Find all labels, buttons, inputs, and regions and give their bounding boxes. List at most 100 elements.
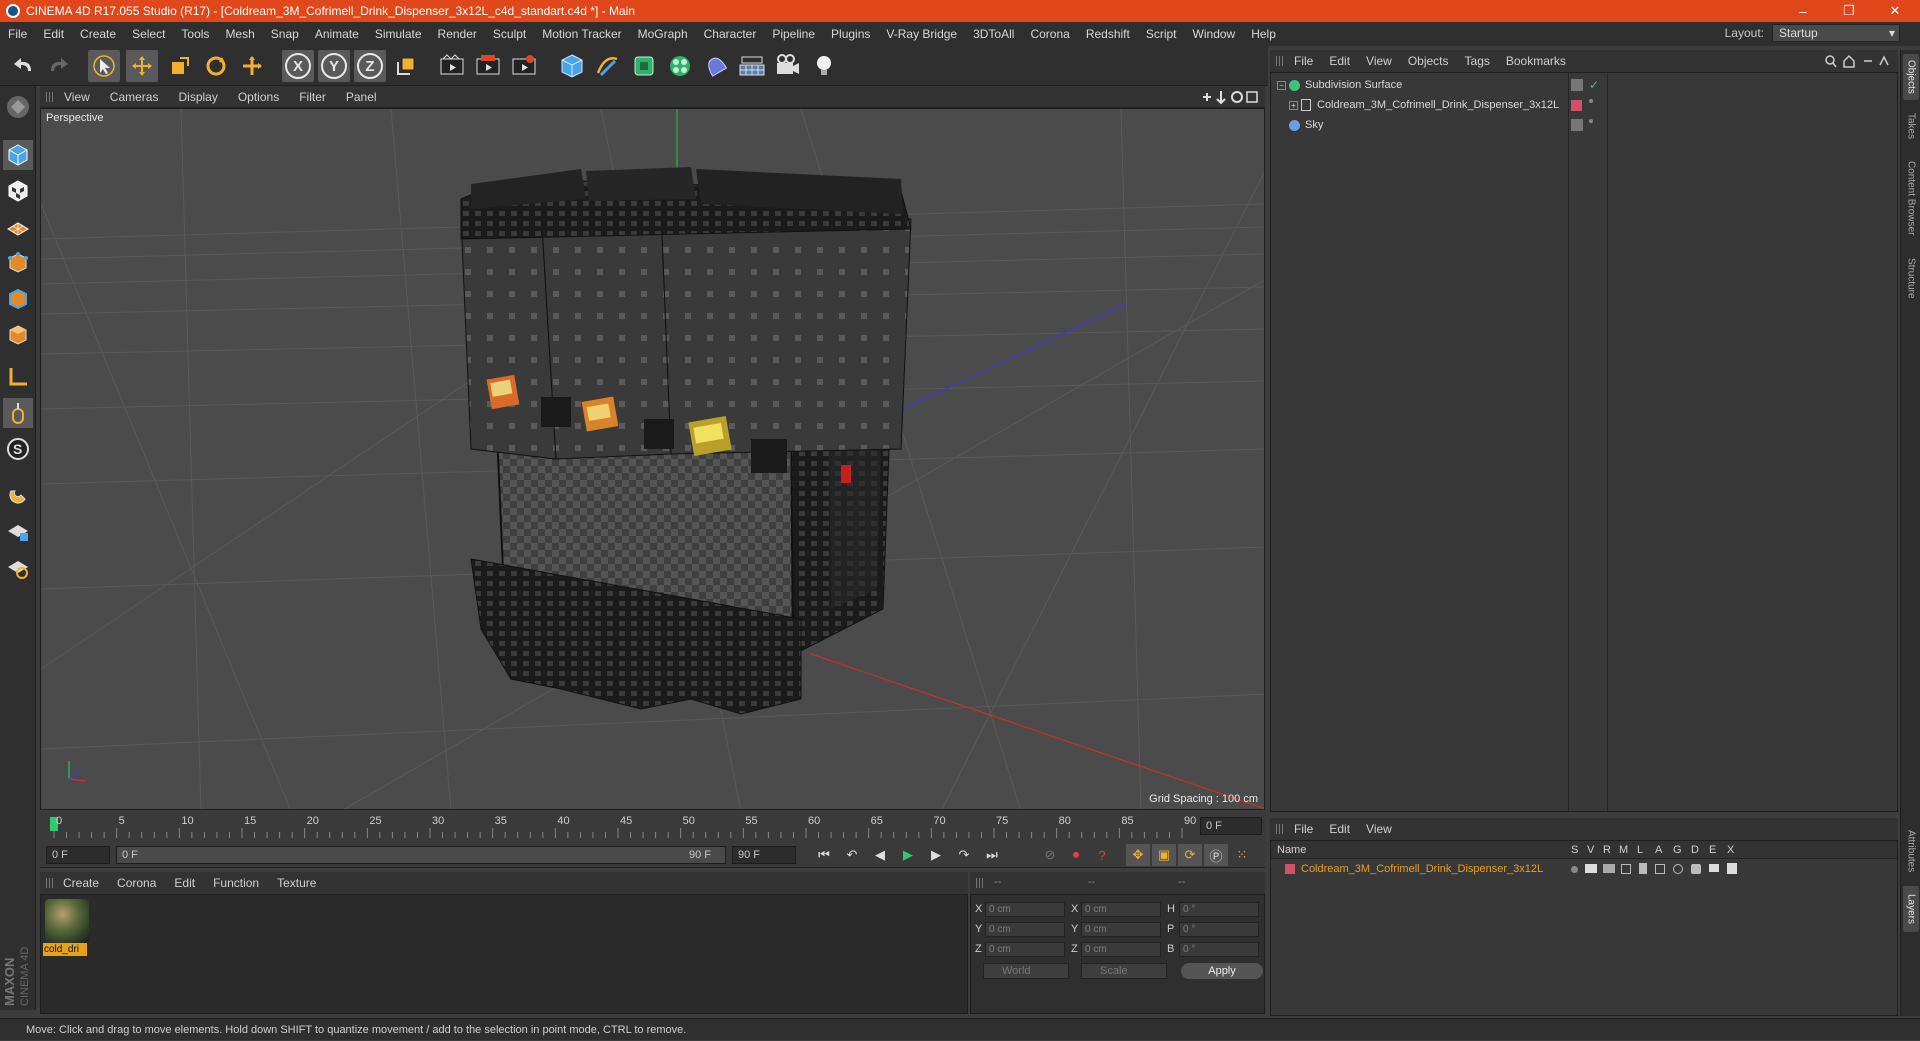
layer-expressions-icon[interactable]	[1709, 864, 1719, 872]
menu-create[interactable]: Create	[72, 27, 124, 41]
render-settings-icon[interactable]	[508, 50, 540, 82]
object-menu-bookmarks[interactable]: Bookmarks	[1498, 54, 1574, 68]
menu-vray-bridge[interactable]: V-Ray Bridge	[878, 27, 965, 41]
x-axis-lock-button[interactable]: X	[282, 50, 314, 82]
texture-mode-icon[interactable]	[3, 176, 33, 206]
rot-h-field[interactable]: 0 °	[1179, 902, 1259, 917]
object-row-dispenser[interactable]: + Coldream_3M_Cofrimell_Drink_Dispenser_…	[1271, 95, 1897, 115]
apply-button[interactable]: Apply	[1181, 963, 1263, 979]
column-name[interactable]: Name	[1277, 841, 1306, 859]
tab-structure[interactable]: Structure	[1903, 250, 1919, 306]
column-generators[interactable]: G	[1673, 841, 1682, 859]
coordinate-system-icon[interactable]	[390, 50, 422, 82]
material-menu-edit[interactable]: Edit	[165, 876, 204, 890]
end-frame-field[interactable]: 90 F	[732, 846, 796, 864]
object-menu-view[interactable]: View	[1358, 54, 1400, 68]
perspective-viewport[interactable]: Perspective Grid Spacing : 100 cm	[40, 108, 1265, 810]
editor-visibility-icon[interactable]	[1571, 79, 1583, 91]
next-frame-icon[interactable]: ▶	[924, 844, 948, 866]
menu-tools[interactable]: Tools	[173, 27, 217, 41]
object-menu-edit[interactable]: Edit	[1321, 54, 1358, 68]
viewport-menu-view[interactable]: View	[54, 90, 100, 104]
menu-mograph[interactable]: MoGraph	[630, 27, 696, 41]
visibility-dot-icon[interactable]	[1589, 119, 1593, 123]
coordinate-mode-dropdown[interactable]: World	[983, 963, 1069, 979]
close-button[interactable]: ✕	[1872, 0, 1918, 22]
redo-icon[interactable]	[42, 50, 74, 82]
menu-help[interactable]: Help	[1243, 27, 1284, 41]
polygons-mode-icon[interactable]	[3, 320, 33, 350]
pos-x-field[interactable]: 0 cm	[985, 902, 1065, 917]
expand-icon[interactable]: +	[1289, 101, 1298, 110]
size-y-field[interactable]: 0 cm	[1081, 922, 1161, 937]
viewport-menu-cameras[interactable]: Cameras	[100, 90, 169, 104]
layer-menu-view[interactable]: View	[1358, 822, 1400, 836]
timeline[interactable]: 0 5 10 15 20 25 30 35 40 45 50 55 60 65 70 75 80 85 90 0 F	[40, 812, 1265, 842]
key-position-icon[interactable]: ✥	[1126, 844, 1150, 866]
undo-icon[interactable]	[8, 50, 40, 82]
size-x-field[interactable]: 0 cm	[1081, 902, 1161, 917]
menu-select[interactable]: Select	[124, 27, 173, 41]
layer-view-icon[interactable]	[1585, 864, 1597, 873]
previous-frame-icon[interactable]: ◀	[868, 844, 892, 866]
collapse-icon[interactable]: −	[1277, 81, 1286, 90]
column-xref[interactable]: X	[1727, 841, 1734, 859]
go-to-start-icon[interactable]: ⏮	[812, 844, 836, 866]
menu-render[interactable]: Render	[430, 27, 485, 41]
deformer-icon[interactable]	[700, 50, 732, 82]
tab-takes[interactable]: Takes	[1903, 106, 1919, 146]
spline-pen-icon[interactable]	[592, 50, 624, 82]
menu-motion-tracker[interactable]: Motion Tracker	[534, 27, 629, 41]
menu-window[interactable]: Window	[1185, 27, 1244, 41]
menu-file[interactable]: File	[0, 27, 35, 41]
enabled-checkmark-icon[interactable]: ✓	[1589, 75, 1599, 95]
restore-button[interactable]: ❐	[1826, 0, 1872, 22]
layer-generators-icon[interactable]	[1673, 864, 1683, 874]
solo-mode-icon[interactable]: S	[3, 434, 33, 464]
layer-animation-icon[interactable]	[1655, 864, 1665, 874]
render-view-icon[interactable]	[436, 50, 468, 82]
minimize-button[interactable]: –	[1780, 0, 1826, 22]
next-key-icon[interactable]: ↷	[952, 844, 976, 866]
column-locked[interactable]: L	[1637, 841, 1643, 859]
mograph-cloner-icon[interactable]	[664, 50, 696, 82]
model-mode-icon[interactable]	[3, 140, 33, 170]
visibility-dot-icon[interactable]	[1589, 99, 1593, 103]
layer-color-icon[interactable]	[1571, 100, 1582, 111]
key-rotation-icon[interactable]: ⟳	[1178, 844, 1202, 866]
object-menu-tags[interactable]: Tags	[1457, 54, 1498, 68]
object-row-sky[interactable]: Sky	[1271, 115, 1897, 135]
viewport-nav-icons[interactable]	[1199, 89, 1259, 105]
material-menu-function[interactable]: Function	[204, 876, 268, 890]
autokey-icon[interactable]: ⏺	[1064, 844, 1088, 866]
menu-script[interactable]: Script	[1138, 27, 1185, 41]
grid-snap-icon[interactable]	[3, 552, 33, 582]
layer-menu-file[interactable]: File	[1286, 822, 1321, 836]
menu-character[interactable]: Character	[696, 27, 765, 41]
cube-object-icon[interactable]	[556, 50, 588, 82]
points-mode-icon[interactable]	[3, 248, 33, 278]
menu-plugins[interactable]: Plugins	[823, 27, 878, 41]
layer-xref-icon[interactable]	[1727, 863, 1737, 874]
menu-sculpt[interactable]: Sculpt	[485, 27, 534, 41]
layer-deformers-icon[interactable]	[1691, 864, 1701, 874]
menu-simulate[interactable]: Simulate	[367, 27, 430, 41]
rotate-tool-icon[interactable]	[200, 50, 232, 82]
select-arrow-icon[interactable]	[88, 50, 120, 82]
layer-color-icon[interactable]	[1285, 864, 1295, 874]
menu-animate[interactable]: Animate	[307, 27, 367, 41]
transform-mode-dropdown[interactable]: Scale	[1081, 963, 1167, 979]
make-editable-icon[interactable]	[3, 92, 33, 122]
key-scale-icon[interactable]: ▣	[1152, 844, 1176, 866]
layer-solo-icon[interactable]	[1571, 866, 1578, 873]
menu-3dtoall[interactable]: 3DToAll	[965, 27, 1022, 41]
pos-z-field[interactable]: 0 cm	[985, 942, 1065, 957]
current-frame-field[interactable]: 0 F	[1200, 817, 1262, 835]
floor-environment-icon[interactable]	[736, 50, 768, 82]
material-menu-create[interactable]: Create	[54, 876, 108, 890]
material-menu-corona[interactable]: Corona	[108, 876, 165, 890]
menu-redshift[interactable]: Redshift	[1078, 27, 1138, 41]
object-menu-objects[interactable]: Objects	[1400, 54, 1457, 68]
object-manager-tools[interactable]	[1822, 53, 1892, 69]
pos-y-field[interactable]: 0 cm	[985, 922, 1065, 937]
